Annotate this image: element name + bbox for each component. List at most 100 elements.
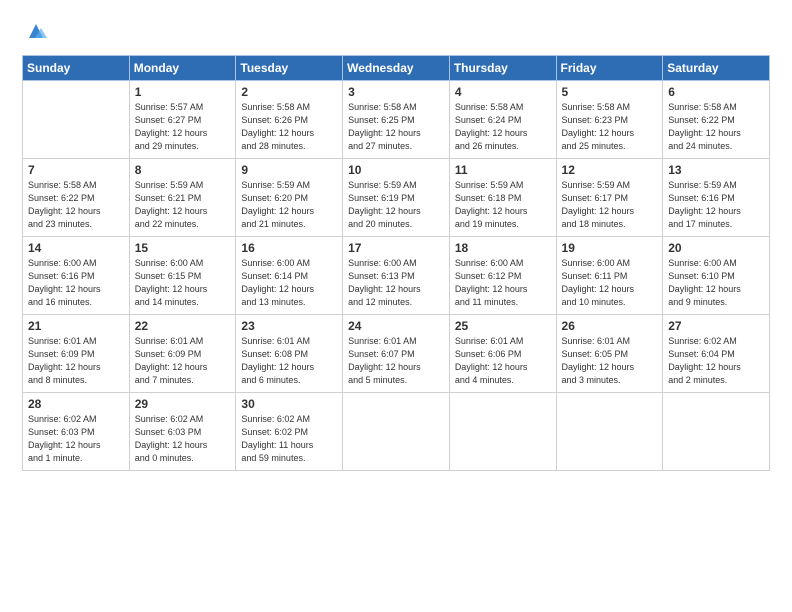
calendar-cell: 24 Sunrise: 6:01 AM Sunset: 6:07 PM Dayli… [343, 315, 450, 393]
day-info: Sunrise: 6:01 AM Sunset: 6:09 PM Dayligh… [28, 335, 124, 387]
weekday-header: Thursday [449, 56, 556, 81]
day-info: Sunrise: 5:58 AM Sunset: 6:25 PM Dayligh… [348, 101, 444, 153]
weekday-header: Saturday [663, 56, 770, 81]
calendar-cell: 10 Sunrise: 5:59 AM Sunset: 6:19 PM Dayli… [343, 159, 450, 237]
calendar-cell [23, 81, 130, 159]
day-number: 8 [135, 163, 231, 177]
day-number: 13 [668, 163, 764, 177]
day-number: 9 [241, 163, 337, 177]
calendar-cell: 13 Sunrise: 5:59 AM Sunset: 6:16 PM Dayli… [663, 159, 770, 237]
day-info: Sunrise: 5:58 AM Sunset: 6:22 PM Dayligh… [28, 179, 124, 231]
day-number: 3 [348, 85, 444, 99]
day-info: Sunrise: 5:59 AM Sunset: 6:19 PM Dayligh… [348, 179, 444, 231]
calendar-cell: 28 Sunrise: 6:02 AM Sunset: 6:03 PM Dayli… [23, 393, 130, 471]
day-info: Sunrise: 5:59 AM Sunset: 6:17 PM Dayligh… [562, 179, 658, 231]
day-info: Sunrise: 6:01 AM Sunset: 6:08 PM Dayligh… [241, 335, 337, 387]
calendar-cell: 23 Sunrise: 6:01 AM Sunset: 6:08 PM Dayli… [236, 315, 343, 393]
calendar-cell: 12 Sunrise: 5:59 AM Sunset: 6:17 PM Dayli… [556, 159, 663, 237]
calendar-cell: 5Sunrise: 5:58 AM Sunset: 6:23 PM Daylig… [556, 81, 663, 159]
day-info: Sunrise: 6:01 AM Sunset: 6:06 PM Dayligh… [455, 335, 551, 387]
calendar-cell: 14 Sunrise: 6:00 AM Sunset: 6:16 PM Dayli… [23, 237, 130, 315]
day-info: Sunrise: 6:00 AM Sunset: 6:10 PM Dayligh… [668, 257, 764, 309]
calendar-cell: 1 Sunrise: 5:57 AM Sunset: 6:27 PM Daylig… [129, 81, 236, 159]
day-info: Sunrise: 5:59 AM Sunset: 6:21 PM Dayligh… [135, 179, 231, 231]
day-info: Sunrise: 5:58 AM Sunset: 6:23 PM Dayligh… [562, 101, 658, 153]
day-number: 22 [135, 319, 231, 333]
calendar-table: SundayMondayTuesdayWednesdayThursdayFrid… [22, 55, 770, 471]
weekday-header: Tuesday [236, 56, 343, 81]
day-number: 25 [455, 319, 551, 333]
calendar-cell: 30 Sunrise: 6:02 AM Sunset: 6:02 PM Dayli… [236, 393, 343, 471]
calendar-cell: 26 Sunrise: 6:01 AM Sunset: 6:05 PM Dayli… [556, 315, 663, 393]
weekday-header: Wednesday [343, 56, 450, 81]
calendar-cell [449, 393, 556, 471]
calendar-cell: 29 Sunrise: 6:02 AM Sunset: 6:03 PM Dayli… [129, 393, 236, 471]
day-info: Sunrise: 5:57 AM Sunset: 6:27 PM Dayligh… [135, 101, 231, 153]
day-info: Sunrise: 6:00 AM Sunset: 6:16 PM Dayligh… [28, 257, 124, 309]
day-info: Sunrise: 6:02 AM Sunset: 6:03 PM Dayligh… [135, 413, 231, 465]
day-info: Sunrise: 6:00 AM Sunset: 6:13 PM Dayligh… [348, 257, 444, 309]
calendar-cell: 17 Sunrise: 6:00 AM Sunset: 6:13 PM Dayli… [343, 237, 450, 315]
day-number: 18 [455, 241, 551, 255]
day-number: 6 [668, 85, 764, 99]
day-number: 7 [28, 163, 124, 177]
calendar-cell: 11Sunrise: 5:59 AM Sunset: 6:18 PM Dayli… [449, 159, 556, 237]
day-number: 27 [668, 319, 764, 333]
day-number: 16 [241, 241, 337, 255]
day-number: 10 [348, 163, 444, 177]
day-number: 26 [562, 319, 658, 333]
day-info: Sunrise: 6:02 AM Sunset: 6:02 PM Dayligh… [241, 413, 337, 465]
day-number: 17 [348, 241, 444, 255]
day-number: 20 [668, 241, 764, 255]
day-info: Sunrise: 5:58 AM Sunset: 6:22 PM Dayligh… [668, 101, 764, 153]
page-header [22, 18, 770, 47]
weekday-header: Monday [129, 56, 236, 81]
day-info: Sunrise: 6:00 AM Sunset: 6:15 PM Dayligh… [135, 257, 231, 309]
calendar-cell: 7 Sunrise: 5:58 AM Sunset: 6:22 PM Daylig… [23, 159, 130, 237]
weekday-header: Friday [556, 56, 663, 81]
calendar-week-row: 14 Sunrise: 6:00 AM Sunset: 6:16 PM Dayli… [23, 237, 770, 315]
weekday-header: Sunday [23, 56, 130, 81]
day-number: 4 [455, 85, 551, 99]
day-info: Sunrise: 5:58 AM Sunset: 6:26 PM Dayligh… [241, 101, 337, 153]
day-number: 2 [241, 85, 337, 99]
calendar-cell: 25 Sunrise: 6:01 AM Sunset: 6:06 PM Dayli… [449, 315, 556, 393]
calendar-cell: 4Sunrise: 5:58 AM Sunset: 6:24 PM Daylig… [449, 81, 556, 159]
calendar-cell: 18 Sunrise: 6:00 AM Sunset: 6:12 PM Dayli… [449, 237, 556, 315]
calendar-cell [343, 393, 450, 471]
day-number: 29 [135, 397, 231, 411]
calendar-cell: 15Sunrise: 6:00 AM Sunset: 6:15 PM Dayli… [129, 237, 236, 315]
calendar-cell: 2 Sunrise: 5:58 AM Sunset: 6:26 PM Daylig… [236, 81, 343, 159]
calendar-cell: 21 Sunrise: 6:01 AM Sunset: 6:09 PM Dayli… [23, 315, 130, 393]
day-info: Sunrise: 6:01 AM Sunset: 6:07 PM Dayligh… [348, 335, 444, 387]
logo [22, 20, 47, 47]
day-number: 12 [562, 163, 658, 177]
day-number: 24 [348, 319, 444, 333]
day-number: 21 [28, 319, 124, 333]
day-info: Sunrise: 5:59 AM Sunset: 6:16 PM Dayligh… [668, 179, 764, 231]
calendar-week-row: 28 Sunrise: 6:02 AM Sunset: 6:03 PM Dayli… [23, 393, 770, 471]
day-info: Sunrise: 6:00 AM Sunset: 6:12 PM Dayligh… [455, 257, 551, 309]
day-info: Sunrise: 6:00 AM Sunset: 6:14 PM Dayligh… [241, 257, 337, 309]
day-info: Sunrise: 6:01 AM Sunset: 6:05 PM Dayligh… [562, 335, 658, 387]
calendar-cell: 16 Sunrise: 6:00 AM Sunset: 6:14 PM Dayli… [236, 237, 343, 315]
calendar-cell: 8 Sunrise: 5:59 AM Sunset: 6:21 PM Daylig… [129, 159, 236, 237]
day-number: 1 [135, 85, 231, 99]
logo-icon [25, 20, 47, 47]
day-number: 23 [241, 319, 337, 333]
day-number: 28 [28, 397, 124, 411]
calendar-cell: 3 Sunrise: 5:58 AM Sunset: 6:25 PM Daylig… [343, 81, 450, 159]
calendar-week-row: 1 Sunrise: 5:57 AM Sunset: 6:27 PM Daylig… [23, 81, 770, 159]
day-number: 14 [28, 241, 124, 255]
day-number: 30 [241, 397, 337, 411]
calendar-header-row: SundayMondayTuesdayWednesdayThursdayFrid… [23, 56, 770, 81]
calendar-cell [556, 393, 663, 471]
day-info: Sunrise: 5:59 AM Sunset: 6:20 PM Dayligh… [241, 179, 337, 231]
day-info: Sunrise: 6:02 AM Sunset: 6:03 PM Dayligh… [28, 413, 124, 465]
calendar-cell: 27Sunrise: 6:02 AM Sunset: 6:04 PM Dayli… [663, 315, 770, 393]
calendar-week-row: 7 Sunrise: 5:58 AM Sunset: 6:22 PM Daylig… [23, 159, 770, 237]
calendar-cell: 19Sunrise: 6:00 AM Sunset: 6:11 PM Dayli… [556, 237, 663, 315]
calendar-cell: 6 Sunrise: 5:58 AM Sunset: 6:22 PM Daylig… [663, 81, 770, 159]
calendar-week-row: 21 Sunrise: 6:01 AM Sunset: 6:09 PM Dayli… [23, 315, 770, 393]
day-info: Sunrise: 6:01 AM Sunset: 6:09 PM Dayligh… [135, 335, 231, 387]
